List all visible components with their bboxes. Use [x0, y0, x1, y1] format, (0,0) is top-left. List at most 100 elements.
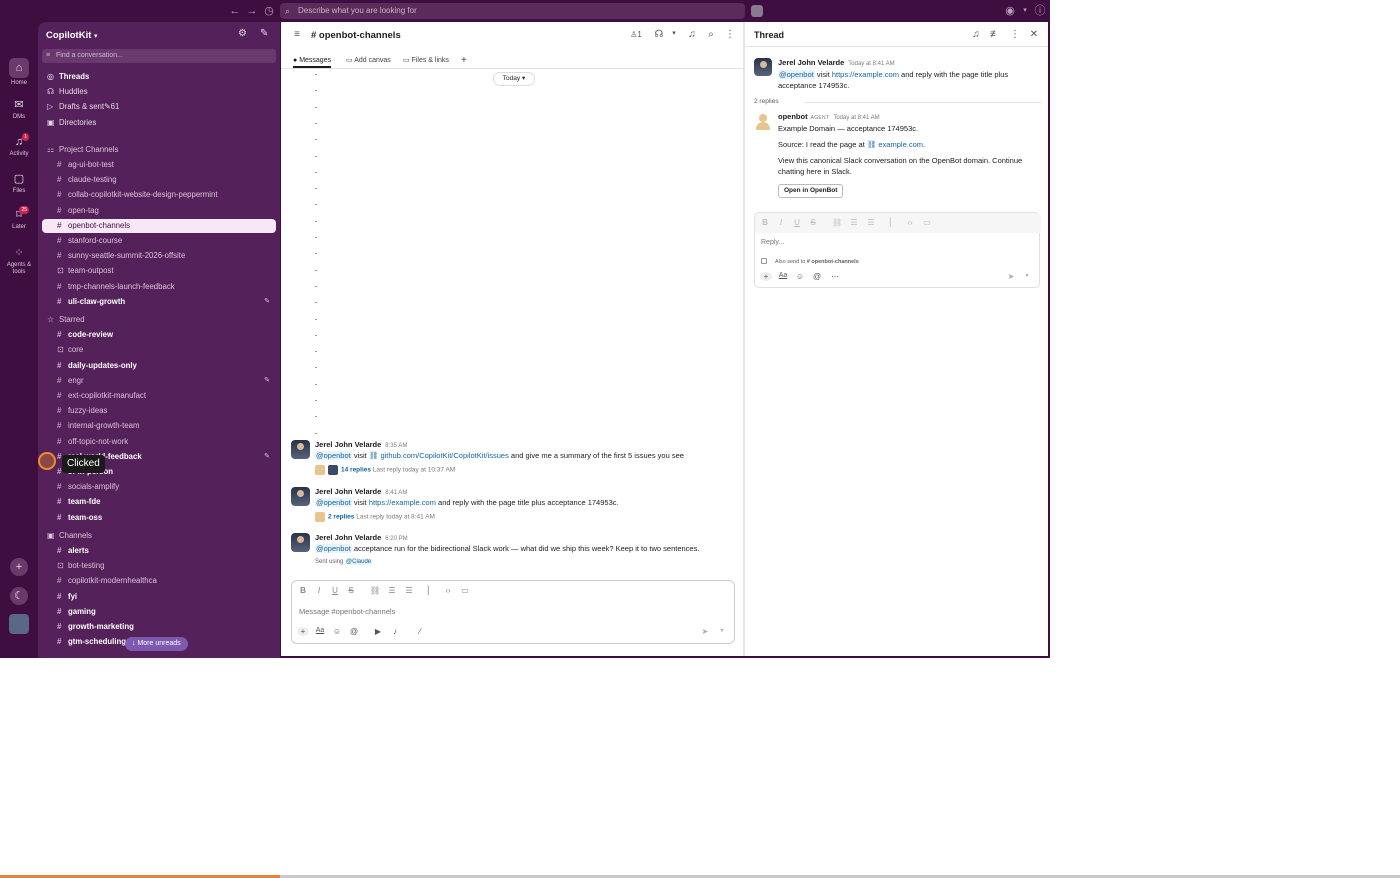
bot-avatar[interactable]: [754, 112, 772, 130]
message-input[interactable]: [299, 607, 719, 616]
members-button[interactable]: ♙1: [625, 30, 647, 39]
section-project_channels[interactable]: ⚏ Project Channels: [42, 143, 276, 157]
sidebar-channel-fyi[interactable]: # fyi: [42, 590, 276, 604]
back-arrow-icon[interactable]: ←: [228, 4, 242, 18]
italic-icon[interactable]: I: [776, 218, 786, 227]
text-format-icon[interactable]: Aa: [777, 272, 789, 279]
help-icon[interactable]: ⓘ: [1033, 4, 1047, 18]
profile-icon[interactable]: ◉: [1003, 4, 1017, 18]
text-format-icon[interactable]: Aa: [314, 627, 326, 634]
chevron-down-icon[interactable]: ▾: [668, 29, 680, 37]
sidebar-channel-uli-claw-growth[interactable]: # uli-claw-growth ✎: [42, 295, 276, 309]
history-icon[interactable]: ◷: [262, 4, 276, 18]
slash-command-icon[interactable]: ⁄: [414, 627, 426, 636]
author-avatar[interactable]: [291, 487, 310, 506]
emoji-icon[interactable]: ☺: [331, 627, 343, 636]
link-icon[interactable]: ⛓: [832, 218, 842, 227]
sidebar-channel-sunny-seattle-summit-2026-offsite[interactable]: # sunny-seattle-summit-2026-offsite: [42, 249, 276, 263]
bell-icon[interactable]: ♫: [970, 29, 982, 40]
author-avatar[interactable]: [291, 440, 310, 459]
message-link[interactable]: https://example.com: [369, 498, 436, 507]
chevron-down-icon[interactable]: ▾: [716, 627, 728, 634]
sidebar-channel-bot-testing[interactable]: ⊡ bot-testing: [42, 559, 276, 573]
sidebar-item-1[interactable]: ☊ Huddles: [42, 85, 276, 99]
app-icon[interactable]: [751, 5, 763, 17]
sidebar-channel-off-topic-not-work[interactable]: # off-topic-not-work: [42, 435, 276, 449]
underline-icon[interactable]: U: [330, 586, 340, 595]
underline-icon[interactable]: U: [792, 218, 802, 227]
kebab-icon[interactable]: ⋮: [1009, 29, 1021, 40]
sidebar-channel-team-fde[interactable]: # team-fde: [42, 495, 276, 509]
sidebar-channel-gaming[interactable]: # gaming: [42, 605, 276, 619]
strikethrough-icon[interactable]: S: [346, 586, 356, 595]
headphones-icon[interactable]: ☊: [653, 29, 665, 40]
sidebar-channel-ag-ui-bot-test[interactable]: # ag-ui-bot-test: [42, 158, 276, 172]
sidebar-channel-engr[interactable]: # engr ✎: [42, 374, 276, 388]
rail-later[interactable]: 25 ⌑ Later: [0, 206, 38, 230]
find-conversation-input[interactable]: ≡ Find a conversation...: [42, 49, 276, 63]
gear-icon[interactable]: ⚙: [238, 28, 247, 39]
sidebar-item-3[interactable]: ▣ Directories: [42, 116, 276, 130]
ordered-list-icon[interactable]: ☰: [849, 218, 859, 227]
mention-icon[interactable]: @: [348, 627, 360, 636]
sidebar-channel-daily-updates-only[interactable]: # daily-updates-only: [42, 359, 276, 373]
thread-settings-icon[interactable]: ≢: [989, 29, 1001, 40]
close-icon[interactable]: ✕: [1028, 29, 1040, 40]
code-block-icon[interactable]: ▭: [460, 586, 470, 595]
forward-arrow-icon[interactable]: →: [245, 4, 259, 18]
sidebar-channel-stanford-course[interactable]: # stanford-course: [42, 234, 276, 248]
sidebar-channel-collab-copilotkit-website-design-peppermint[interactable]: # collab-copilotkit-website-design-pepper…: [42, 188, 276, 202]
sidebar-channel-fuzzy-ideas[interactable]: # fuzzy-ideas: [42, 404, 276, 418]
code-icon[interactable]: ‹›: [443, 586, 453, 595]
author-name[interactable]: Jerel John Velarde 8:41 AM: [315, 487, 407, 496]
rail-add[interactable]: +: [0, 558, 38, 578]
rail-dms[interactable]: ✉ DMs: [0, 98, 38, 120]
bold-icon[interactable]: B: [760, 218, 770, 227]
sidebar-channel-open-tag[interactable]: # open-tag: [42, 204, 276, 218]
rail-home[interactable]: ⌂ Home: [0, 58, 38, 86]
sidebar-item-2[interactable]: ▷ Drafts & sent✎61: [42, 100, 276, 114]
bell-icon[interactable]: ♫: [686, 29, 698, 40]
rail-files[interactable]: ▢ Files: [0, 172, 38, 194]
menu-icon[interactable]: ≡: [291, 29, 303, 40]
sidebar-channel-growth-marketing[interactable]: # growth-marketing: [42, 620, 276, 634]
thread-replies[interactable]: 14 replies Last reply today at 10:37 AM: [315, 465, 455, 475]
section-channels[interactable]: ▣ Channels: [42, 529, 276, 543]
bold-icon[interactable]: B: [298, 586, 308, 595]
author-name[interactable]: Jerel John Velarde 6:20 PM: [315, 533, 408, 542]
ordered-list-icon[interactable]: ☰: [387, 586, 397, 595]
author-avatar[interactable]: [754, 58, 772, 76]
sidebar-channel-tmp-channels-launch-feedback[interactable]: # tmp-channels-launch-feedback: [42, 280, 276, 294]
also-send-checkbox[interactable]: [761, 258, 767, 264]
sidebar-item-0[interactable]: ◎ Threads: [42, 70, 276, 84]
tab-messages[interactable]: ● Messages: [293, 54, 332, 68]
chevron-down-icon[interactable]: ▾: [1021, 272, 1033, 279]
add-tab-button[interactable]: +: [461, 54, 467, 68]
message-link[interactable]: ⛓ github.com/CopilotKit/CopilotKit/issue…: [369, 451, 509, 460]
more-unreads-button[interactable]: ↓ More unreads: [125, 637, 188, 651]
microphone-icon[interactable]: ♪: [389, 627, 401, 636]
blockquote-icon[interactable]: ▏: [426, 586, 436, 595]
rail-user-avatar[interactable]: [0, 614, 38, 636]
plus-icon[interactable]: +: [760, 272, 772, 281]
author-name[interactable]: Jerel John Velarde Today at 8:41 AM: [778, 58, 895, 67]
tab-add-canvas[interactable]: ▭ Add canvas: [346, 54, 391, 68]
emoji-icon[interactable]: ☺: [794, 272, 806, 281]
sidebar-channel-copilotkit-modernhealthca[interactable]: # copilotkit-modernhealthca: [42, 574, 276, 588]
send-icon[interactable]: ➤: [699, 627, 711, 636]
link-icon[interactable]: ⛓: [370, 586, 380, 595]
code-block-icon[interactable]: ▭: [922, 218, 932, 227]
open-in-openbot-button[interactable]: Open in OpenBot: [778, 184, 844, 198]
search-input[interactable]: ⌕ Describe what you are looking for: [280, 3, 745, 19]
rail-theme[interactable]: ☾: [0, 587, 38, 607]
tab-files-links[interactable]: ▭ Files & links: [403, 54, 449, 68]
reply-input[interactable]: [761, 239, 1021, 246]
sidebar-channel-internal-growth-team[interactable]: # internal-growth-team: [42, 419, 276, 433]
sidebar-channel-ext-copilotkit-manufact[interactable]: # ext-copilotkit-manufact: [42, 389, 276, 403]
plus-icon[interactable]: +: [297, 627, 309, 636]
video-icon[interactable]: ▶: [372, 627, 384, 636]
sidebar-channel-alerts[interactable]: # alerts: [42, 544, 276, 558]
kebab-icon[interactable]: ⋮: [724, 29, 736, 40]
thread-replies[interactable]: 2 replies Last reply today at 8:41 AM: [315, 512, 435, 522]
send-icon[interactable]: ➤: [1005, 272, 1017, 281]
